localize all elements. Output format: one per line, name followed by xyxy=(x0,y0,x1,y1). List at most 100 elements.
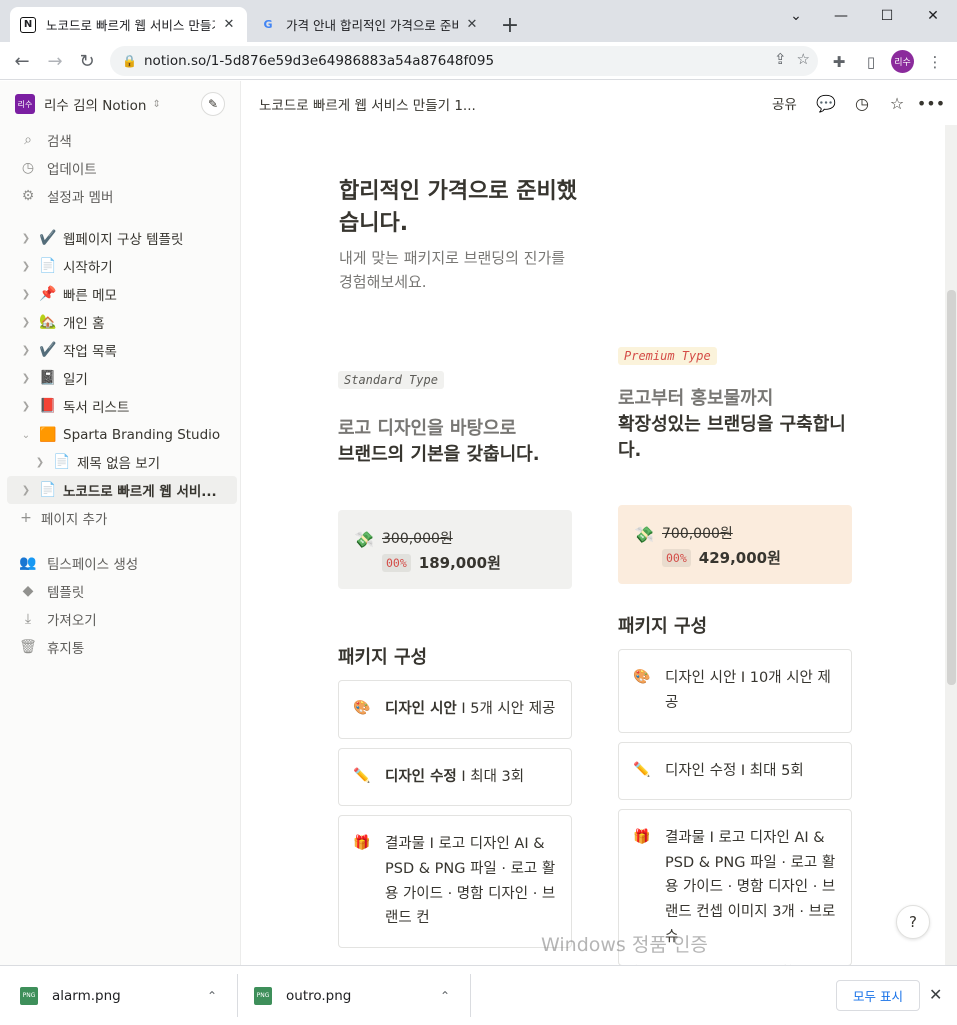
chevron-updown-icon: ⇕ xyxy=(152,98,161,110)
chevron-down-icon[interactable]: ⌄ xyxy=(773,0,819,32)
breadcrumb[interactable]: 노코드로 빠르게 웹 서비스 만들기 1... xyxy=(259,94,476,114)
chevron-right-icon[interactable]: ❯ xyxy=(19,317,33,328)
share-button[interactable]: 공유 xyxy=(772,93,797,113)
sidebar-page[interactable]: ❯ 📌 빠른 메모 xyxy=(7,280,237,308)
page-title[interactable]: 합리적인 가격으로 준비했습니다. xyxy=(339,176,579,240)
sidebar-item-templates[interactable]: ◆ 템플릿 xyxy=(7,577,237,605)
standard-type-tag[interactable]: Standard Type xyxy=(338,371,444,389)
page-subtitle[interactable]: 내게 맞는 패키지로 브랜딩의 진가를 경험해보세요. xyxy=(339,246,577,294)
package-section-heading[interactable]: 패키지 구성 xyxy=(618,612,852,638)
package-item-card[interactable]: 🎨 디자인 시안 I 5개 시안 제공 xyxy=(338,680,572,739)
chevron-right-icon[interactable]: ❯ xyxy=(19,373,33,384)
minimize-button[interactable]: — xyxy=(818,0,864,32)
profile-avatar[interactable]: 리수 xyxy=(891,50,914,73)
show-all-downloads-button[interactable]: 모두 표시 xyxy=(836,980,920,1011)
address-bar[interactable]: 🔒 notion.so/1-5d876e59d3e64986883a54a876… xyxy=(110,46,818,76)
more-options-icon[interactable]: ••• xyxy=(917,91,945,115)
chevron-down-icon[interactable]: ⌄ xyxy=(19,430,33,441)
book-icon: 📕 xyxy=(39,398,57,414)
browser-tab-active[interactable]: N 노코드로 빠르게 웹 서비스 만들기 ✕ xyxy=(10,7,247,42)
forward-arrow-icon[interactable]: → xyxy=(41,47,69,75)
download-item[interactable]: PNG alarm.png ⌃ xyxy=(20,966,232,1025)
close-tab-icon[interactable]: ✕ xyxy=(221,17,237,33)
gear-icon: ⚙ xyxy=(21,188,35,204)
sale-price-row: 00% 429,000원 xyxy=(662,547,781,568)
help-button[interactable]: ? xyxy=(896,905,930,939)
add-page-button[interactable]: + 페이지 추가 xyxy=(7,504,237,532)
side-panel-icon[interactable]: ▯ xyxy=(860,51,882,73)
close-tab-icon[interactable]: ✕ xyxy=(464,17,480,33)
page-scrollbar[interactable] xyxy=(945,125,957,965)
png-file-icon: PNG xyxy=(254,986,272,1005)
sidebar-page[interactable]: ❯ 📄 제목 없음 보기 xyxy=(7,448,237,476)
package-items: 🎨 디자인 시안 I 5개 시안 제공 ✏️ 디자인 수정 I 최대 3회 🎁 … xyxy=(338,680,572,949)
close-window-button[interactable]: ✕ xyxy=(910,0,956,32)
package-item-text: 디자인 수정 I 최대 5회 xyxy=(665,762,804,779)
more-menu-icon[interactable]: ⋮ xyxy=(924,51,946,73)
sidebar-page-label: 웹페이지 구상 템플릿 xyxy=(63,232,184,248)
package-item-card[interactable]: ✏️ 디자인 수정 I 최대 5회 xyxy=(618,741,852,801)
download-bar: PNG alarm.png ⌃ PNG outro.png ⌃ 모두 표시 ✕ xyxy=(0,965,957,1024)
sidebar-page[interactable]: ❯ 🏡 개인 홈 xyxy=(7,308,237,336)
chevron-right-icon[interactable]: ❯ xyxy=(19,289,33,300)
package-section-heading[interactable]: 패키지 구성 xyxy=(338,643,572,669)
comment-icon[interactable]: 💬 xyxy=(814,91,838,115)
premium-headline[interactable]: 로고부터 홍보물까지 확장성있는 브랜딩을 구축합니다. xyxy=(618,386,852,464)
browser-tab-strip: N 노코드로 빠르게 웹 서비스 만들기 ✕ G 가격 안내 합리적인 가격으로… xyxy=(0,0,957,42)
sidebar-page[interactable]: ❯ ✔️ 작업 목록 xyxy=(7,336,237,364)
chevron-right-icon[interactable]: ❯ xyxy=(19,233,33,244)
sidebar-item-import[interactable]: ⤓ 가져오기 xyxy=(7,605,237,633)
share-page-icon[interactable]: ⇪ xyxy=(774,50,787,68)
reload-icon[interactable]: ↻ xyxy=(73,47,101,75)
premium-type-tag[interactable]: Premium Type xyxy=(618,347,717,365)
sidebar-item-trash[interactable]: 🗑 휴지통 xyxy=(7,633,237,661)
new-page-button[interactable]: ✎ xyxy=(201,92,225,116)
premium-price-callout[interactable]: 💸 700,000원 00% 429,000원 xyxy=(618,505,852,585)
chevron-up-icon[interactable]: ⌃ xyxy=(207,989,217,1003)
sidebar-item-search[interactable]: ⌕ 검색 xyxy=(7,126,237,154)
sidebar-page[interactable]: ❯ ✔️ 웹페이지 구상 템플릿 xyxy=(7,224,237,252)
sidebar-page[interactable]: ❯ 📄 시작하기 xyxy=(7,252,237,280)
standard-price-callout[interactable]: 💸 300,000원 00% 189,000원 xyxy=(338,510,572,590)
package-item-card[interactable]: 🎨 디자인 시안 I 10개 시안 제공 xyxy=(618,649,852,733)
package-item-card[interactable]: ✏️ 디자인 수정 I 최대 3회 xyxy=(338,747,572,807)
maximize-button[interactable]: ☐ xyxy=(864,0,910,32)
extensions-puzzle-icon[interactable]: ✚ xyxy=(828,51,850,73)
standard-headline[interactable]: 로고 디자인을 바탕으로 브랜드의 기본을 갖춥니다. xyxy=(338,416,572,468)
sidebar-page[interactable]: ⌄ 🟧 Sparta Branding Studio xyxy=(7,421,237,449)
plus-icon: + xyxy=(20,510,32,526)
sidebar-item-label: 팀스페이스 생성 xyxy=(47,557,139,573)
checkmark-icon: ✔️ xyxy=(39,230,57,246)
divider xyxy=(470,974,471,1017)
back-arrow-icon[interactable]: ← xyxy=(8,47,36,75)
package-item-card[interactable]: 🎁 결과물 I 로고 디자인 AI & PSD & PNG 파일 · 로고 활용… xyxy=(338,815,572,949)
chevron-right-icon[interactable]: ❯ xyxy=(19,401,33,412)
teamspace-icon: 👥 xyxy=(19,555,37,571)
sidebar-page[interactable]: ❯ 📕 독서 리스트 xyxy=(7,392,237,420)
chevron-right-icon[interactable]: ❯ xyxy=(19,261,33,272)
chevron-right-icon[interactable]: ❯ xyxy=(19,345,33,356)
png-file-icon: PNG xyxy=(20,986,38,1005)
sparta-logo-icon: 🟧 xyxy=(39,427,57,443)
close-download-bar-icon[interactable]: ✕ xyxy=(929,985,942,1004)
workspace-name: 리수 김의 Notion xyxy=(44,98,147,114)
download-item[interactable]: PNG outro.png ⌃ xyxy=(254,966,466,1025)
workspace-switcher[interactable]: 리수 리수 김의 Notion ⇕ xyxy=(15,93,161,115)
new-tab-button[interactable]: + xyxy=(497,12,523,38)
sidebar-page-selected[interactable]: ❯ 📄 노코드로 빠르게 웹 서비... xyxy=(7,476,237,504)
favorite-star-icon[interactable]: ☆ xyxy=(885,91,909,115)
sidebar-page[interactable]: ❯ 📓 일기 xyxy=(7,364,237,392)
sidebar-page-label: 개인 홈 xyxy=(63,316,105,332)
tab-title: 가격 안내 합리적인 가격으로 준비 xyxy=(286,18,458,33)
scrollbar-thumb[interactable] xyxy=(947,290,956,685)
chevron-right-icon[interactable]: ❯ xyxy=(33,457,47,468)
history-clock-icon[interactable]: ◷ xyxy=(850,91,874,115)
sidebar-item-teamspace[interactable]: 👥 팀스페이스 생성 xyxy=(7,549,237,577)
sidebar-item-settings[interactable]: ⚙ 설정과 멤버 xyxy=(7,182,237,210)
chevron-up-icon[interactable]: ⌃ xyxy=(440,989,450,1003)
browser-tab[interactable]: G 가격 안내 합리적인 가격으로 준비 ✕ xyxy=(250,7,490,42)
house-icon: 🏡 xyxy=(39,314,57,330)
chevron-right-icon[interactable]: ❯ xyxy=(19,485,33,496)
sidebar-item-updates[interactable]: ◷ 업데이트 xyxy=(7,154,237,182)
bookmark-star-icon[interactable]: ☆ xyxy=(797,50,810,68)
